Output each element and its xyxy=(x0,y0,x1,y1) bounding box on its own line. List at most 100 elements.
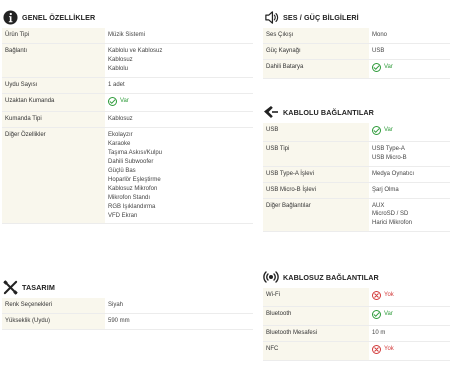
spec-value: 1 adet xyxy=(105,78,253,93)
spec-value-line: Ekolayzır xyxy=(108,132,133,139)
spec-value-line: AUX xyxy=(372,202,385,209)
spec-value: Kablosuz xyxy=(105,112,253,127)
spec-label: Ürün Tipi xyxy=(2,28,105,43)
spec-label: Diğer Bağlantılar xyxy=(263,198,369,232)
table-row: Kumanda Tipi Kablosuz xyxy=(2,112,253,129)
unavailable-status: Yok xyxy=(372,344,394,354)
table-row: Yükseklik (Uydu) 590 mm xyxy=(2,313,253,330)
spec-label: Uydu Sayısı xyxy=(2,77,105,93)
spec-value-line: 10 m xyxy=(372,329,386,336)
spec-table: USB Var USB Tipi USB Type-A USB Micro-B USB T… xyxy=(263,123,450,233)
table-row: NFC Yok xyxy=(263,341,450,361)
spec-value-line: USB Micro-B xyxy=(372,154,407,161)
info-icon xyxy=(2,9,18,25)
table-row: Diğer Özellikler Ekolayzır Karaoke Taşıma A… xyxy=(2,128,253,225)
table-row: Bluetooth Var xyxy=(263,306,450,326)
check-icon xyxy=(372,126,381,135)
spec-value-line: Dahili Subwoofer xyxy=(108,159,154,166)
spec-value-line: Harici Mikrofon xyxy=(372,220,413,227)
table-row: USB Var xyxy=(263,123,450,142)
spec-value-line: 1 adet xyxy=(108,81,125,88)
table-row: Diğer Bağlantılar AUX MicroSD / SD Harici M… xyxy=(263,198,450,233)
spec-label: USB xyxy=(263,123,369,141)
table-row: Ürün Tipi Müzik Sistemi xyxy=(2,28,253,44)
spec-label: Uzaktan Kumanda xyxy=(2,93,105,112)
status-text: Yok xyxy=(384,345,394,352)
spec-value-line: 590 mm xyxy=(108,317,130,324)
table-row: Renk Seçenekleri Siyah xyxy=(2,298,253,314)
available-status: Var xyxy=(372,309,393,319)
spec-value-line: Medya Oynatıcı xyxy=(372,170,415,177)
spec-value: 10 m xyxy=(369,326,450,341)
section-title: KABLOLU BAĞLANTILAR xyxy=(283,107,374,117)
status-text: Yok xyxy=(384,292,394,299)
available-status: Var xyxy=(372,126,393,135)
spec-value-line: VFD Ekran xyxy=(108,212,138,219)
wired-header: KABLOLU BAĞLANTILAR xyxy=(263,101,450,123)
check-icon xyxy=(372,309,381,319)
wireless-broadcast-icon xyxy=(263,269,279,285)
general-section: GENEL ÖZELLİKLER Ürün Tipi Müzik Sistemi B… xyxy=(2,6,253,225)
spec-value: Var xyxy=(105,94,253,112)
status-text: Var xyxy=(120,97,129,104)
general-header: GENEL ÖZELLİKLER xyxy=(2,6,253,28)
table-row: USB Micro-B İşlevi Şarj Olma xyxy=(263,182,450,199)
spec-value-line: Taşıma Askısı/Kulpu xyxy=(108,150,163,157)
spec-label: Güç Kaynağı xyxy=(263,43,369,59)
spec-value: AUX MicroSD / SD Harici Mikrofon xyxy=(369,199,450,232)
table-row: Uzaktan Kumanda Var xyxy=(2,93,253,113)
spec-value: Siyah xyxy=(105,298,253,313)
table-row: Dahili Batarya Var xyxy=(263,59,450,79)
spec-table: Ses Çıkışı Mono Güç Kaynağı USB Dahili Batar… xyxy=(263,28,450,79)
spec-label: Wi-Fi xyxy=(263,288,369,306)
spec-value: USB Type-A USB Micro-B xyxy=(369,142,450,166)
spec-label: Kumanda Tipi xyxy=(2,112,105,128)
table-row: Wi-Fi Yok xyxy=(263,288,450,307)
spec-value-line: Kablosuz xyxy=(108,116,133,123)
spec-value: Kablolu ve Kablosuz Kablosuz Kablolu xyxy=(105,44,253,77)
spec-value: Ekolayzır Karaoke Taşıma Askısı/Kulpu Dahil… xyxy=(105,128,253,223)
spec-value: Medya Oynatıcı xyxy=(369,167,450,182)
spec-label: Bağlantı xyxy=(2,43,105,77)
spec-value: 590 mm xyxy=(105,314,253,329)
spec-value-line: RGB Işıklandırma xyxy=(108,203,156,210)
spec-table: Ürün Tipi Müzik Sistemi Bağlantı Kablolu ve… xyxy=(2,28,253,225)
spec-label: USB Type-A İşlevi xyxy=(263,166,369,182)
design-section: TASARIM Renk Seçenekleri Siyah Yükseklik (… xyxy=(2,276,253,330)
spec-label: Bluetooth Mesafesi xyxy=(263,325,369,341)
available-status: Var xyxy=(372,62,393,72)
spec-value-line: Kablolu xyxy=(108,65,129,72)
table-row: Güç Kaynağı USB xyxy=(263,43,450,60)
spec-label: USB Tipi xyxy=(263,141,369,166)
status-text: Var xyxy=(384,310,393,317)
spec-value: Var xyxy=(369,60,450,78)
check-icon xyxy=(108,96,117,106)
check-icon xyxy=(372,62,381,72)
spec-table: Wi-Fi Yok Bluetooth Var Bluetooth Mesafesi 10… xyxy=(263,288,450,361)
spec-value: Var xyxy=(369,307,450,325)
spec-label: Diğer Özellikler xyxy=(2,128,105,224)
wireless-section: KABLOSUZ BAĞLANTILAR Wi-Fi Yok Bluetooth Va… xyxy=(263,266,450,361)
spec-value: USB xyxy=(369,44,450,59)
cross-icon xyxy=(372,344,381,354)
spec-value-line: Güçlü Bas xyxy=(108,167,136,174)
section-title: TASARIM xyxy=(22,282,55,292)
spec-label: Yükseklik (Uydu) xyxy=(2,313,105,329)
section-title: GENEL ÖZELLİKLER xyxy=(22,12,96,22)
design-header: TASARIM xyxy=(2,276,253,298)
wireless-header: KABLOSUZ BAĞLANTILAR xyxy=(263,266,450,288)
spec-value: Mono xyxy=(369,28,450,43)
unavailable-status: Yok xyxy=(372,291,394,300)
status-text: Var xyxy=(384,127,393,134)
spec-value-line: Kablosuz Mikrofon xyxy=(108,185,158,192)
table-row: USB Tipi USB Type-A USB Micro-B xyxy=(263,141,450,167)
spec-value: Yok xyxy=(369,342,450,360)
table-row: Bluetooth Mesafesi 10 m xyxy=(263,325,450,342)
section-title: KABLOSUZ BAĞLANTILAR xyxy=(283,272,379,282)
spec-value-line: Karaoke xyxy=(108,141,131,148)
spec-value-line: Mono xyxy=(372,32,388,38)
spec-value-line: Müzik Sistemi xyxy=(108,32,146,38)
available-status: Var xyxy=(108,96,129,106)
status-text: Var xyxy=(384,63,393,70)
spec-label: Ses Çıkışı xyxy=(263,28,369,43)
